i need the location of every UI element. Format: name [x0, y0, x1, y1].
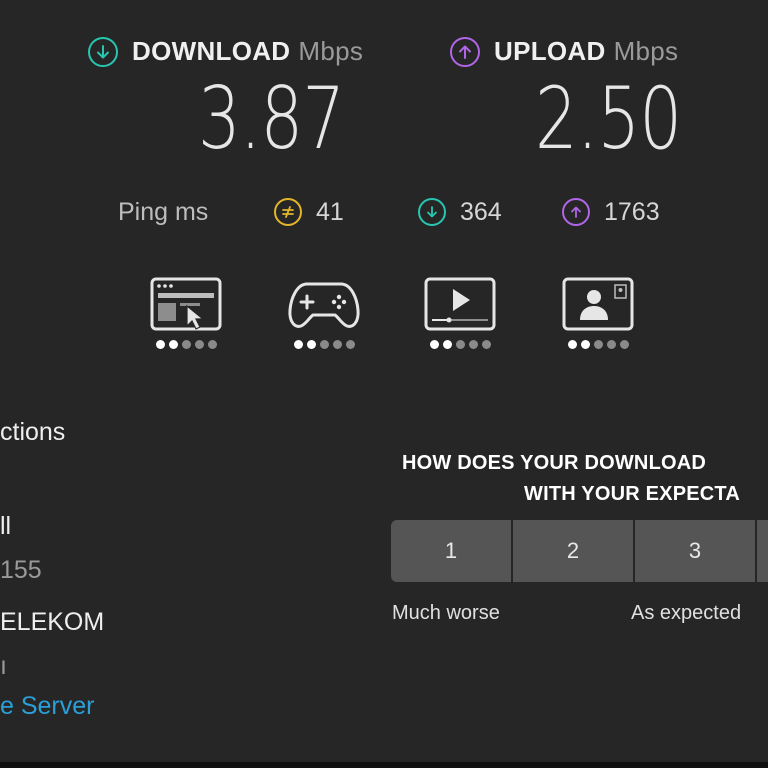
- browser-cursor-icon: [150, 277, 222, 331]
- usage-gaming[interactable]: [286, 276, 362, 349]
- rating-dot: [306, 340, 316, 349]
- isp-location: ı: [0, 652, 7, 680]
- upload-unit: Mbps: [613, 36, 679, 66]
- survey-question-line2: WITH YOUR EXPECTA: [524, 483, 741, 505]
- upload-header: UPLOAD Mbps: [450, 36, 678, 67]
- rating-dot: [168, 340, 178, 349]
- rating-button-2[interactable]: 2: [513, 520, 633, 582]
- rating-dot: [319, 340, 329, 349]
- rating-dot: [580, 340, 590, 349]
- rating-button-1[interactable]: 1: [391, 520, 511, 582]
- rating-dot: [468, 340, 478, 349]
- rating-dot: [455, 340, 465, 349]
- ping-label: Ping ms: [118, 197, 209, 226]
- speedtest-results-panel: DOWNLOAD Mbps UPLOAD Mbps 3.87 2.50 Ping m…: [0, 0, 768, 768]
- rating-dot: [567, 340, 577, 349]
- change-server-link[interactable]: e Server: [0, 692, 94, 721]
- arrow-up-circle-icon: [562, 198, 590, 226]
- usage-rating-dots: [567, 340, 629, 349]
- survey-question: HOW DOES YOUR DOWNLOAD WITH YOUR EXPECTA: [402, 448, 740, 510]
- video-call-icon: [562, 277, 634, 331]
- download-title: DOWNLOAD: [132, 36, 291, 66]
- arrow-down-circle-icon: [418, 198, 446, 226]
- rating-dot: [429, 340, 439, 349]
- rating-dot: [207, 340, 217, 349]
- video-player-icon: [424, 277, 496, 331]
- server-name: ll: [0, 512, 12, 540]
- isp-name: ELEKOM: [0, 608, 105, 636]
- idle-latency-icon: [274, 198, 302, 226]
- ping-row: Ping ms 41 364 1763: [118, 194, 768, 234]
- rating-dot: [593, 340, 603, 349]
- upload-speed-value: 2.50: [535, 69, 682, 169]
- rating-dot: [194, 340, 204, 349]
- ping-idle: 41: [274, 194, 344, 230]
- rating-scale: 1 2 3: [391, 520, 768, 582]
- usage-video-chat[interactable]: [560, 276, 636, 349]
- rating-dot: [345, 340, 355, 349]
- rating-dot: [181, 340, 191, 349]
- rating-button-4[interactable]: [757, 520, 768, 582]
- rating-dot: [442, 340, 452, 349]
- ping-upload: 1763: [562, 194, 660, 230]
- survey-question-line1: HOW DOES YOUR DOWNLOAD: [402, 452, 707, 474]
- rating-dot: [155, 340, 165, 349]
- rating-dot: [619, 340, 629, 349]
- connections-label: ctions: [0, 418, 66, 446]
- usage-video-streaming[interactable]: [422, 276, 498, 349]
- ping-download-value: 364: [460, 197, 502, 226]
- gamepad-icon: [288, 282, 360, 328]
- download-speed-value: 3.87: [198, 69, 345, 169]
- rating-button-3[interactable]: 3: [635, 520, 755, 582]
- usage-rating-dots: [429, 340, 491, 349]
- rating-label-mid: As expected: [631, 602, 742, 624]
- rating-dot: [481, 340, 491, 349]
- usage-rating-dots: [293, 340, 355, 349]
- arrow-up-circle-icon: [450, 36, 480, 67]
- rating-label-low: Much worse: [392, 602, 500, 624]
- arrow-down-circle-icon: [88, 36, 118, 67]
- download-header: DOWNLOAD Mbps: [88, 36, 363, 67]
- usage-rating-dots: [155, 340, 217, 349]
- ping-download: 364: [418, 194, 502, 230]
- usage-web-browsing[interactable]: [148, 276, 224, 349]
- ping-idle-value: 41: [316, 197, 344, 226]
- rating-dot: [606, 340, 616, 349]
- download-unit: Mbps: [298, 36, 364, 66]
- rating-dot: [293, 340, 303, 349]
- ping-upload-value: 1763: [604, 197, 660, 226]
- rating-dot: [332, 340, 342, 349]
- upload-title: UPLOAD: [494, 36, 606, 66]
- result-id: 155: [0, 556, 42, 584]
